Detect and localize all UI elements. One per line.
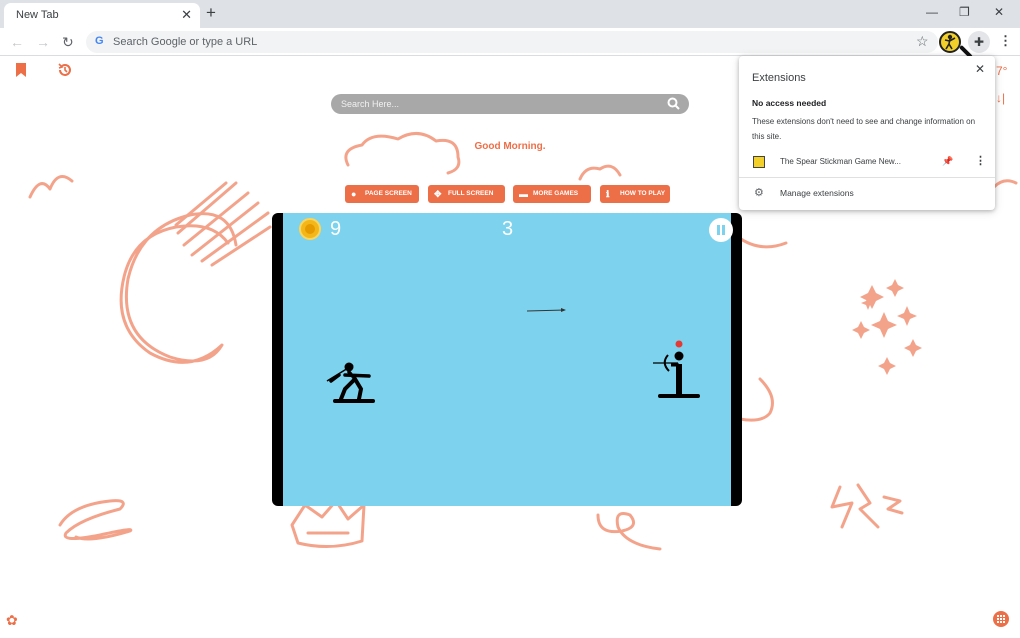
bulb-icon: ●: [351, 189, 357, 199]
new-tab-button[interactable]: +: [206, 3, 216, 23]
weather-icon: ↓|: [996, 91, 1006, 105]
omnibox[interactable]: G Search Google or type a URL: [86, 31, 938, 53]
omnibox-placeholder: Search Google or type a URL: [113, 36, 258, 48]
game-play-area[interactable]: 9 3: [283, 213, 733, 506]
extensions-popup: Extensions ✕ No access needed These exte…: [739, 56, 995, 210]
back-icon[interactable]: ←: [10, 33, 24, 51]
player-archer: [653, 340, 700, 398]
chrome-menu-icon[interactable]: ⋮: [999, 33, 1012, 49]
minimize-icon[interactable]: —: [926, 4, 938, 20]
extension-favicon-icon: [753, 156, 765, 168]
restore-icon[interactable]: ❐: [959, 4, 970, 20]
popup-title: Extensions: [752, 72, 806, 84]
tab-close-icon[interactable]: ✕: [181, 7, 192, 23]
popup-close-icon[interactable]: ✕: [975, 62, 985, 76]
spear-stickman-extension-icon[interactable]: [939, 31, 961, 53]
page-search-bar[interactable]: [331, 94, 689, 114]
how-to-play-label: HOW TO PLAY: [620, 190, 666, 197]
game-canvas[interactable]: 9 3: [272, 213, 742, 506]
extension-more-icon[interactable]: ⋮: [975, 154, 986, 167]
extensions-puzzle-icon[interactable]: ✚: [968, 31, 990, 53]
gamepad-icon: ▬: [519, 189, 528, 199]
page-screen-button[interactable]: ● PAGE SCREEN: [345, 185, 419, 203]
game-scene: [326, 308, 700, 403]
how-to-play-button[interactable]: ℹ HOW TO PLAY: [600, 185, 670, 203]
apps-grid-icon[interactable]: [993, 611, 1009, 627]
close-icon[interactable]: ✕: [994, 4, 1004, 20]
enemy-stickman: [326, 362, 375, 403]
settings-gear-icon[interactable]: ✿: [6, 612, 18, 629]
pin-icon[interactable]: 📌: [942, 156, 953, 167]
popup-divider: [739, 177, 995, 178]
page-search-input[interactable]: [341, 97, 651, 111]
browser-toolbar: ← → ↻ G Search Google or type a URL ☆ ✚ …: [0, 28, 1020, 56]
manage-extensions-label: Manage extensions: [780, 188, 854, 198]
info-icon: ℹ: [606, 189, 610, 199]
full-screen-label: FULL SCREEN: [448, 190, 494, 197]
weather-temperature: 7°: [996, 64, 1008, 78]
search-icon[interactable]: [667, 97, 680, 110]
popup-description: These extensions don't need to see and c…: [752, 117, 976, 141]
forward-icon[interactable]: →: [36, 33, 50, 51]
more-games-button[interactable]: ▬ MORE GAMES: [513, 185, 591, 203]
arrows-icon: ✥: [434, 189, 442, 199]
tab-title: New Tab: [16, 9, 59, 21]
extension-list-item[interactable]: The Spear Stickman Game New... 📌 ⋮: [739, 152, 995, 174]
extension-name[interactable]: The Spear Stickman Game New...: [780, 157, 901, 166]
bookmark-star-icon[interactable]: ☆: [916, 32, 929, 50]
more-games-label: MORE GAMES: [533, 190, 579, 197]
popup-subheading: No access needed: [752, 98, 827, 108]
google-icon: G: [95, 35, 104, 47]
spear-projectile: [526, 309, 566, 312]
history-icon[interactable]: [58, 63, 72, 77]
spear-tip: [561, 308, 566, 312]
tab-new-tab[interactable]: New Tab ✕: [4, 3, 200, 28]
gear-icon: ⚙: [754, 187, 764, 199]
full-screen-button[interactable]: ✥ FULL SCREEN: [428, 185, 505, 203]
bookmarks-icon[interactable]: [15, 63, 27, 77]
manage-extensions-row[interactable]: ⚙ Manage extensions: [739, 184, 995, 204]
tab-strip: New Tab ✕ + — ❐ ✕: [0, 0, 1020, 28]
page-screen-label: PAGE SCREEN: [365, 190, 412, 197]
greeting-text: Good Morning.: [474, 141, 546, 152]
reload-icon[interactable]: ↻: [62, 33, 74, 51]
